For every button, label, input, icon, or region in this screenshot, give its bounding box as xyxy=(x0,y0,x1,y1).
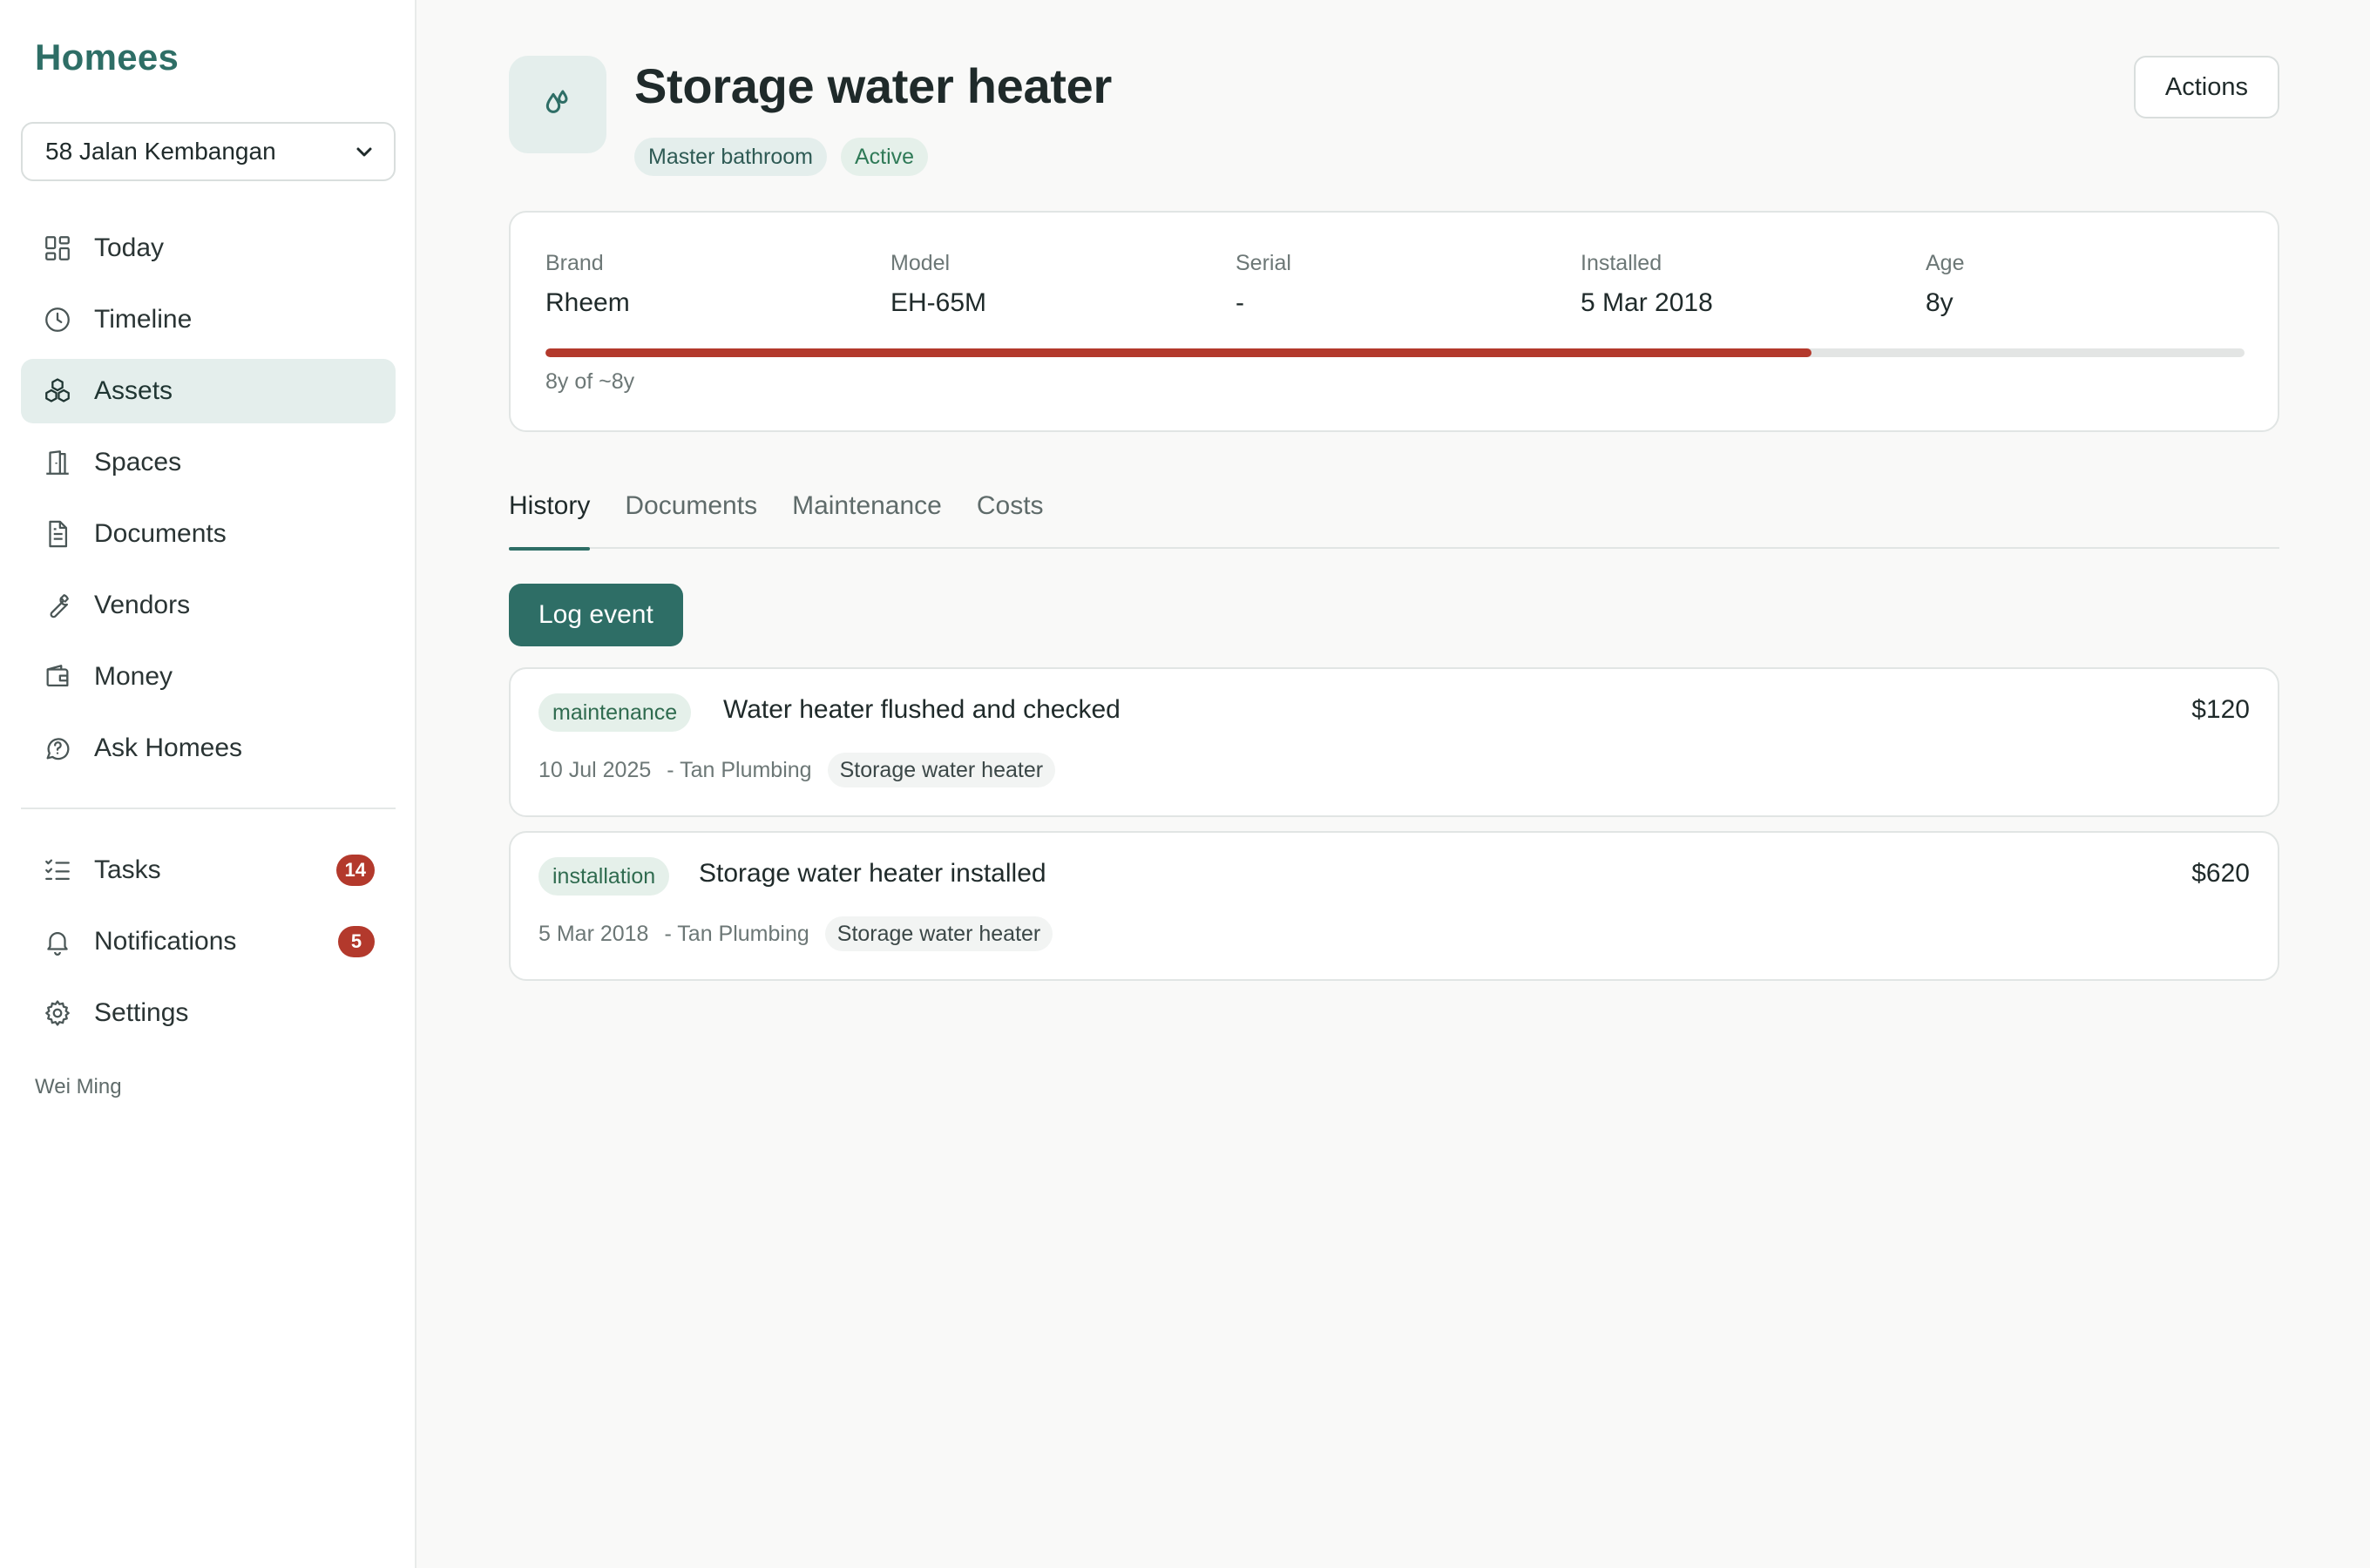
status-badge: Active xyxy=(840,138,929,176)
lifespan-text: 8y of ~8y xyxy=(545,369,635,394)
spec-label: Model xyxy=(890,251,951,275)
tab-history[interactable]: History xyxy=(509,486,591,551)
nav-label: Assets xyxy=(94,376,173,405)
sidebar: Homees 58 Jalan Kembangan Today Timeline… xyxy=(0,0,416,1568)
nav-label: Today xyxy=(94,233,165,262)
nav-label: Spaces xyxy=(94,448,182,476)
lifespan-progress-bar xyxy=(545,348,2245,357)
asset-specs-card: Brand Rheem Model EH-65M Serial - Instal… xyxy=(509,211,2279,432)
spec-label: Brand xyxy=(545,251,604,275)
location-chip[interactable]: Master bathroom xyxy=(634,138,827,176)
tab-costs[interactable]: Costs xyxy=(977,486,1044,549)
log-event-button[interactable]: Log event xyxy=(509,584,683,646)
property-select-value: 58 Jalan Kembangan xyxy=(45,138,276,165)
nav-label: Documents xyxy=(94,519,227,548)
nav-label: Vendors xyxy=(94,591,191,619)
nav-item-today[interactable]: Today xyxy=(21,216,396,280)
bell-icon xyxy=(42,926,73,957)
current-user-name[interactable]: Wei Ming xyxy=(35,1075,122,1099)
door-icon xyxy=(42,447,73,478)
event-list: maintenance Water heater flushed and che… xyxy=(509,667,2279,995)
nav-label: Tasks xyxy=(94,855,161,884)
gear-icon xyxy=(42,997,73,1029)
nav-item-tasks[interactable]: Tasks 14 xyxy=(21,838,396,902)
event-date: 10 Jul 2025 xyxy=(538,757,652,782)
spec-age: Age 8y xyxy=(1926,251,2271,318)
app-logo[interactable]: Homees xyxy=(35,37,179,78)
tasks-count-badge: 14 xyxy=(335,855,375,886)
task-list-icon xyxy=(42,855,73,886)
spec-installed: Installed 5 Mar 2018 xyxy=(1581,251,1926,318)
nav-item-money[interactable]: Money xyxy=(21,645,396,709)
event-date: 5 Mar 2018 xyxy=(538,921,649,946)
spec-serial: Serial - xyxy=(1236,251,1581,318)
chat-question-icon xyxy=(42,733,73,764)
event-meta: 5 Mar 2018 - Tan Plumbing Storage water … xyxy=(538,916,1053,951)
nav-item-documents[interactable]: Documents xyxy=(21,502,396,566)
notifications-count-badge: 5 xyxy=(338,926,375,957)
nav-item-ask-homees[interactable]: Ask Homees xyxy=(21,716,396,781)
event-asset-chip[interactable]: Storage water heater xyxy=(827,753,1056,787)
event-kind-badge: installation xyxy=(538,857,670,896)
water-drops-icon xyxy=(509,56,606,153)
nav-label: Money xyxy=(94,662,173,691)
nav-divider xyxy=(21,808,396,809)
actions-button[interactable]: Actions xyxy=(2133,56,2279,118)
wallet-icon xyxy=(42,661,73,693)
nav-item-settings[interactable]: Settings xyxy=(21,981,396,1045)
event-card[interactable]: maintenance Water heater flushed and che… xyxy=(509,667,2279,817)
nav-label: Notifications xyxy=(94,927,237,956)
document-icon xyxy=(42,518,73,550)
event-card[interactable]: installation Storage water heater instal… xyxy=(509,831,2279,981)
nav-label: Settings xyxy=(94,998,189,1027)
wrench-icon xyxy=(42,590,73,621)
event-meta: 10 Jul 2025 - Tan Plumbing Storage water… xyxy=(538,753,1056,787)
spec-value: EH-65M xyxy=(890,288,987,317)
property-select[interactable]: 58 Jalan Kembangan xyxy=(21,122,396,181)
spec-label: Age xyxy=(1926,251,1965,275)
spec-columns: Brand Rheem Model EH-65M Serial - Instal… xyxy=(545,251,2271,318)
event-amount: $120 xyxy=(2191,695,2250,724)
nav-item-timeline[interactable]: Timeline xyxy=(21,287,396,352)
secondary-nav: Tasks 14 Notifications 5 Settings xyxy=(21,838,396,1052)
clock-icon xyxy=(42,304,73,335)
tab-maintenance[interactable]: Maintenance xyxy=(792,486,942,549)
chevron-down-icon xyxy=(356,147,372,157)
spec-brand: Brand Rheem xyxy=(545,251,890,318)
spec-value: Rheem xyxy=(545,288,630,317)
boxes-icon xyxy=(42,375,73,407)
asset-chips: Master bathroom Active xyxy=(634,138,929,176)
nav-item-assets[interactable]: Assets xyxy=(21,359,396,423)
spec-model: Model EH-65M xyxy=(890,251,1236,318)
spec-value: 5 Mar 2018 xyxy=(1581,288,1713,317)
event-kind-badge: maintenance xyxy=(538,693,692,732)
event-title: Storage water heater installed xyxy=(699,859,1046,888)
spec-label: Installed xyxy=(1581,251,1662,275)
nav-label: Timeline xyxy=(94,305,193,334)
event-vendor[interactable]: - Tan Plumbing xyxy=(664,922,809,947)
event-title: Water heater flushed and checked xyxy=(723,695,1121,724)
spec-value: - xyxy=(1236,288,1244,317)
event-amount: $620 xyxy=(2191,859,2250,888)
nav-item-spaces[interactable]: Spaces xyxy=(21,430,396,495)
spec-label: Serial xyxy=(1236,251,1291,275)
event-vendor[interactable]: - Tan Plumbing xyxy=(667,758,811,783)
spec-value: 8y xyxy=(1926,288,1954,317)
tab-documents[interactable]: Documents xyxy=(625,486,757,549)
page-title: Storage water heater xyxy=(634,58,1112,113)
nav-item-notifications[interactable]: Notifications 5 xyxy=(21,909,396,974)
nav-item-vendors[interactable]: Vendors xyxy=(21,573,396,638)
event-asset-chip[interactable]: Storage water heater xyxy=(824,916,1053,951)
nav-label: Ask Homees xyxy=(94,733,243,762)
dashboard-icon xyxy=(42,233,73,264)
asset-tabs: History Documents Maintenance Costs xyxy=(509,486,2279,551)
lifespan-progress-fill xyxy=(545,348,1811,357)
primary-nav: Today Timeline Assets Spaces Documents V… xyxy=(21,216,396,787)
